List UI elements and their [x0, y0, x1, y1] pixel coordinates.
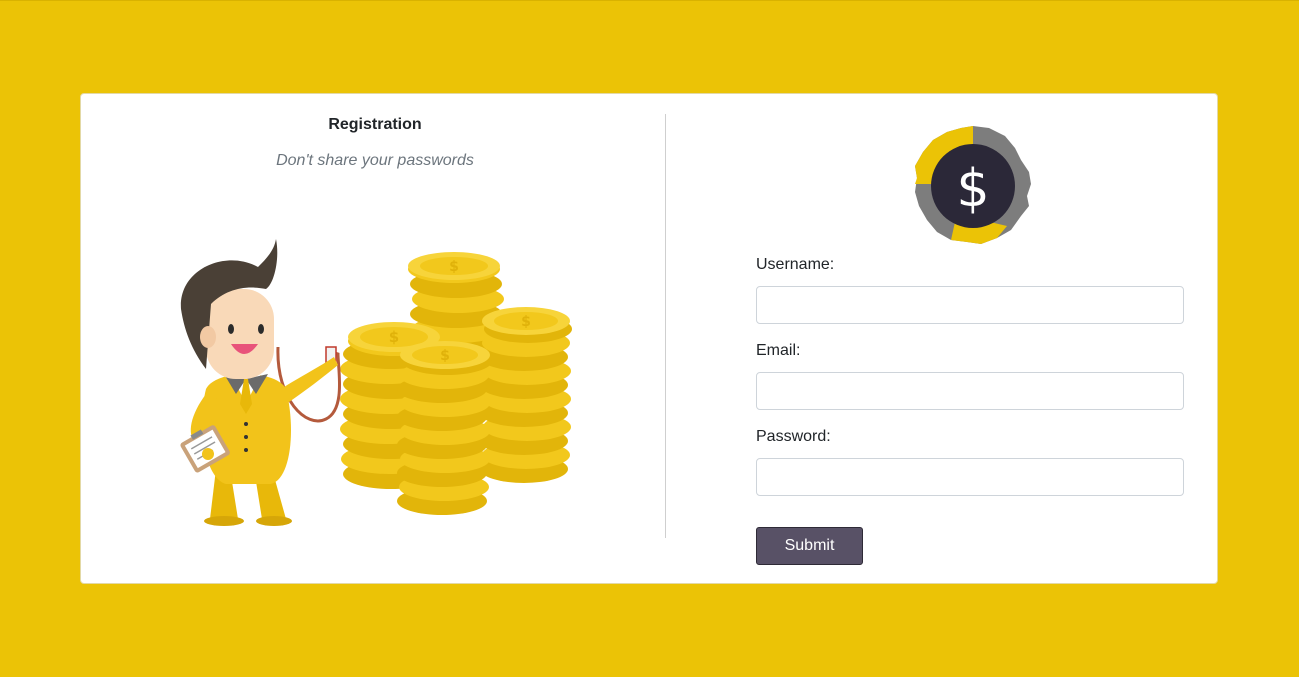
email-input[interactable]: [756, 372, 1184, 410]
password-label: Password:: [756, 428, 831, 445]
username-label: Username:: [756, 256, 835, 273]
username-input[interactable]: [756, 286, 1184, 324]
submit-button[interactable]: Submit: [756, 527, 863, 565]
svg-text:$: $: [449, 259, 459, 275]
email-label: Email:: [756, 342, 801, 359]
svg-text:$: $: [521, 314, 531, 330]
businessman-figure: [180, 239, 342, 526]
left-panel: Registration Don't share your passwords: [81, 94, 666, 585]
page-subtitle: Don't share your passwords: [276, 152, 474, 169]
coin-stacks: $ $ $ $: [340, 252, 572, 515]
svg-text:$: $: [440, 348, 450, 364]
svg-text:$: $: [956, 159, 989, 219]
right-panel: $ Username: Email: Password: Submit: [666, 94, 1219, 585]
page-title: Registration: [328, 116, 422, 133]
businessman-coins-illustration: $ $ $ $: [180, 239, 572, 526]
dollar-coin-logo-icon: $: [915, 126, 1031, 244]
registration-card: Registration Don't share your passwords: [80, 93, 1218, 584]
password-input[interactable]: [756, 458, 1184, 496]
svg-text:$: $: [389, 328, 399, 346]
top-border: [0, 0, 1299, 1]
